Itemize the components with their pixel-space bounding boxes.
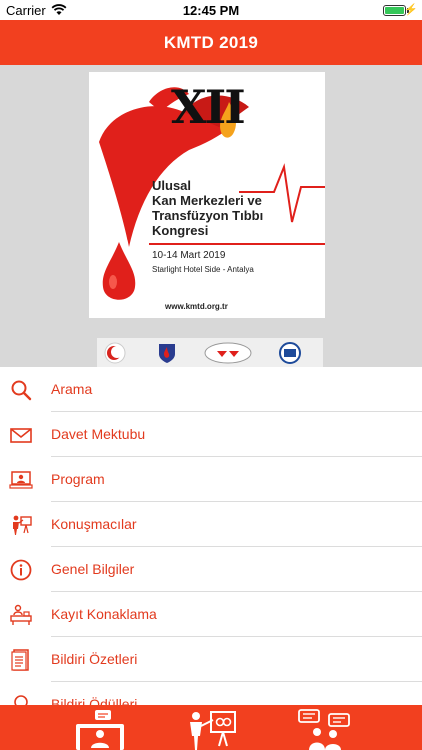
info-icon [9, 558, 33, 582]
menu-item-label: Bildiri Ödülleri [51, 696, 138, 705]
menu-item-label: Konuşmacılar [51, 516, 137, 532]
status-time: 12:45 PM [182, 3, 240, 18]
tab-computer-user[interactable] [70, 708, 130, 750]
speaker-icon [9, 513, 33, 537]
charging-icon: ⚡ [404, 4, 418, 16]
registration-icon [9, 603, 33, 627]
menu-item-label: Arama [51, 381, 93, 397]
menu-item-label: Genel Bilgiler [51, 561, 135, 577]
menu-item-bildiri-odulleri[interactable]: Bildiri Ödülleri [0, 682, 422, 705]
battery-icon [383, 5, 406, 16]
tab-bar [0, 705, 422, 750]
computer-user-icon [76, 710, 124, 750]
menu-item-program[interactable]: Program [0, 457, 422, 502]
poster-url: www.kmtd.org.tr [165, 302, 228, 311]
tab-presenter[interactable] [181, 708, 241, 750]
menu-item-konusmacilar[interactable]: Konuşmacılar [0, 502, 422, 547]
status-bar: Carrier 12:45 PM ⚡ [0, 0, 422, 20]
poster-title-line: Transfüzyon Tıbbı [152, 208, 264, 223]
menu-item-bildiri-ozetleri[interactable]: Bildiri Özetleri [0, 637, 422, 682]
poster-venue: Starlight Hotel Side - Antalya [152, 265, 254, 274]
poster-title-line: Kan Merkezleri ve [152, 193, 262, 208]
envelope-icon [9, 423, 33, 447]
document-icon [9, 648, 33, 672]
nav-bar: KMTD 2019 [0, 20, 422, 65]
society-logo [159, 344, 175, 363]
program-icon [9, 468, 33, 492]
poster-dates: 10-14 Mart 2019 [152, 250, 226, 261]
congress-poster: XII Ulusal Kan Merkezleri ve Transfüzyon… [89, 72, 325, 318]
poster-title-line: Kongresi [152, 223, 209, 238]
hero-banner: XII Ulusal Kan Merkezleri ve Transfüzyon… [0, 65, 422, 367]
menu-item-arama[interactable]: Arama [0, 367, 422, 412]
presenter-icon [190, 711, 236, 750]
menu-item-kayit-konaklama[interactable]: Kayıt Konaklama [0, 592, 422, 637]
tab-discussion[interactable] [295, 708, 355, 750]
menu-item-label: Kayıt Konaklama [51, 606, 157, 622]
menu-item-label: Davet Mektubu [51, 426, 146, 442]
poster-title-line: Ulusal [152, 178, 192, 193]
search-icon [9, 378, 33, 402]
university-logo [279, 342, 301, 364]
poster-roman-numeral: XII [171, 80, 246, 134]
red-crescent-logo [104, 342, 126, 364]
menu-item-genel-bilgiler[interactable]: Genel Bilgiler [0, 547, 422, 592]
discussion-icon [298, 709, 350, 750]
page-title: KMTD 2019 [163, 33, 259, 52]
association-logo [204, 342, 252, 364]
menu-item-label: Program [51, 471, 105, 487]
main-menu: Arama Davet Mektubu Program Konuşmacılar… [0, 367, 422, 705]
award-icon [9, 693, 33, 705]
menu-item-davet-mektubu[interactable]: Davet Mektubu [0, 412, 422, 457]
menu-item-label: Bildiri Özetleri [51, 651, 138, 667]
sponsor-logos [97, 338, 323, 367]
